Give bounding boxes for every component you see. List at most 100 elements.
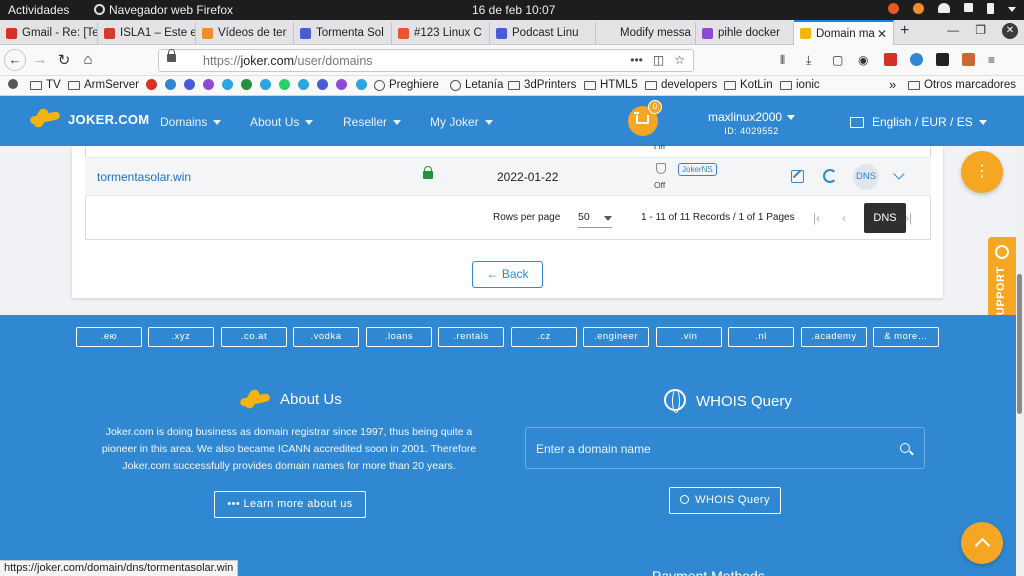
bookmark-site[interactable] <box>317 79 332 90</box>
bookmark-gmail[interactable] <box>146 79 161 90</box>
nav-about-us[interactable]: About Us <box>250 115 313 129</box>
learn-more-button[interactable]: ••• Learn more about us <box>214 491 366 518</box>
bookmark-site[interactable] <box>241 79 256 90</box>
bookmark-letania[interactable]: Letanía <box>450 79 503 91</box>
tab-4[interactable]: #123 Linux C <box>392 22 490 44</box>
tld-link[interactable]: .xyz <box>148 327 214 347</box>
tab-7[interactable]: pihle docker <box>696 22 794 44</box>
bookmark-folder-tv[interactable]: TV <box>30 79 61 91</box>
bookmark-site[interactable] <box>336 79 351 90</box>
close-window-icon[interactable]: ✕ <box>1002 23 1018 39</box>
scroll-to-top-button[interactable] <box>961 522 1003 564</box>
new-tab-icon[interactable]: + <box>900 22 909 40</box>
tab-3[interactable]: Tormenta Sol <box>294 22 392 44</box>
tab-5[interactable]: Podcast Linu <box>490 22 596 44</box>
bookmark-site[interactable] <box>203 79 218 90</box>
zoom-in-icon[interactable] <box>900 443 910 453</box>
pocket-icon[interactable]: ◫ <box>653 53 664 67</box>
tld-link[interactable]: .ею <box>76 327 142 347</box>
page-actions-icon[interactable]: ••• <box>630 53 643 67</box>
tab-2[interactable]: Vídeos de ter <box>196 22 294 44</box>
bookmark-star-icon[interactable]: ☆ <box>674 53 685 67</box>
system-tray[interactable] <box>888 3 1016 14</box>
app-menu[interactable]: Navegador web Firefox <box>94 3 233 17</box>
weather-icon[interactable] <box>913 3 924 14</box>
forward-arrow-icon[interactable]: → <box>30 51 50 68</box>
home-icon[interactable]: ⌂ <box>78 51 98 68</box>
extension-icon[interactable] <box>910 53 923 66</box>
tld-link[interactable]: .loans <box>366 327 432 347</box>
lock-icon[interactable] <box>167 49 176 62</box>
bookmark-site[interactable] <box>165 79 180 90</box>
cart-button[interactable]: 0 <box>628 100 662 136</box>
whois-domain-input[interactable]: Enter a domain name <box>525 427 925 469</box>
tld-link[interactable]: .co.at <box>221 327 287 347</box>
bookmark-folder-armserver[interactable]: ArmServer <box>68 79 139 91</box>
tld-link[interactable]: .vin <box>656 327 722 347</box>
tld-more-link[interactable]: & more… <box>873 327 939 347</box>
last-page-icon[interactable]: ›| <box>905 211 912 225</box>
bookmark-preghiere[interactable]: Preghiere <box>374 79 439 91</box>
tld-link[interactable]: .cz <box>511 327 577 347</box>
close-tab-icon[interactable]: ✕ <box>877 27 887 41</box>
system-menu-chevron-icon[interactable] <box>1008 7 1016 12</box>
url-bar[interactable]: https://joker.com/user/domains ••• ◫ ☆ <box>158 49 694 72</box>
wifi-icon[interactable] <box>938 3 950 13</box>
nav-domains[interactable]: Domains <box>160 115 221 129</box>
back-button[interactable]: ← Back <box>472 261 543 288</box>
activities-button[interactable]: Actividades <box>8 3 69 17</box>
first-page-icon[interactable]: |‹ <box>813 211 820 225</box>
tld-link[interactable]: .rentals <box>438 327 504 347</box>
bookmark-whatsapp[interactable] <box>279 79 294 90</box>
nav-reseller[interactable]: Reseller <box>343 115 401 129</box>
shield-icon[interactable] <box>656 163 666 174</box>
extension-icon[interactable] <box>962 53 975 66</box>
reader-icon[interactable]: ▢ <box>832 53 845 67</box>
bookmark-site[interactable] <box>356 79 371 90</box>
more-options-button[interactable]: ⋮ <box>961 151 1003 193</box>
menu-icon[interactable]: ≡ <box>988 53 1001 67</box>
nav-my-joker[interactable]: My Joker <box>430 115 493 129</box>
app-indicator-icon[interactable] <box>888 3 899 14</box>
rows-per-page-select[interactable]: 50 <box>578 208 612 228</box>
bookmarks-overflow-icon[interactable]: » <box>889 77 896 92</box>
extension-icon[interactable] <box>936 53 949 66</box>
tld-link[interactable]: .engineer <box>583 327 649 347</box>
tld-link[interactable]: .academy <box>801 327 867 347</box>
downloads-icon[interactable]: ⤓ <box>806 53 819 67</box>
previous-page-icon[interactable]: ‹ <box>842 211 846 225</box>
bookmark-site[interactable] <box>260 79 275 90</box>
bookmark-folder-other[interactable]: Otros marcadores <box>908 79 1016 91</box>
battery-icon[interactable] <box>987 3 994 14</box>
library-icon[interactable]: ⫴ <box>780 53 793 67</box>
clock[interactable]: 16 de feb 10:07 <box>472 3 555 17</box>
tab-1[interactable]: ISLA1 – Este e <box>98 22 196 44</box>
domain-link[interactable]: tormentasolar.win <box>97 170 191 184</box>
back-arrow-icon[interactable]: ← <box>4 49 26 71</box>
bookmark-folder-kotlin[interactable]: KotLin <box>724 79 773 91</box>
refresh-icon[interactable] <box>823 169 837 183</box>
bookmark-icon[interactable] <box>8 79 22 89</box>
volume-icon[interactable] <box>964 3 973 12</box>
tab-0[interactable]: Gmail - Re: [Te <box>0 22 98 44</box>
tab-6[interactable]: Modify messa <box>596 22 696 44</box>
dns-button[interactable]: DNS <box>853 164 879 190</box>
reload-icon[interactable]: ↻ <box>54 51 74 69</box>
locale-selector[interactable]: English / EUR / ES <box>850 115 987 129</box>
account-icon[interactable]: ◉ <box>858 53 871 67</box>
bookmark-folder-3dprinters[interactable]: 3dPrinters <box>508 79 576 91</box>
extension-icon[interactable] <box>884 53 897 66</box>
bookmark-folder-html5[interactable]: HTML5 <box>584 79 638 91</box>
bookmark-site[interactable] <box>184 79 199 90</box>
bookmark-folder-ionic[interactable]: ionic <box>780 79 820 91</box>
bookmark-site[interactable] <box>222 79 237 90</box>
chevron-down-icon[interactable] <box>893 168 905 180</box>
maximize-icon[interactable]: ❐ <box>975 23 986 39</box>
page-scrollbar[interactable] <box>1016 146 1024 576</box>
tab-8-active[interactable]: Domain ma ✕ <box>794 20 894 45</box>
minimize-icon[interactable]: — <box>947 23 959 39</box>
scrollbar-thumb[interactable] <box>1017 274 1022 414</box>
tld-link[interactable]: .vodka <box>293 327 359 347</box>
whois-query-button[interactable]: WHOIS Query <box>669 487 781 514</box>
bookmark-folder-developers[interactable]: developers <box>645 79 717 91</box>
